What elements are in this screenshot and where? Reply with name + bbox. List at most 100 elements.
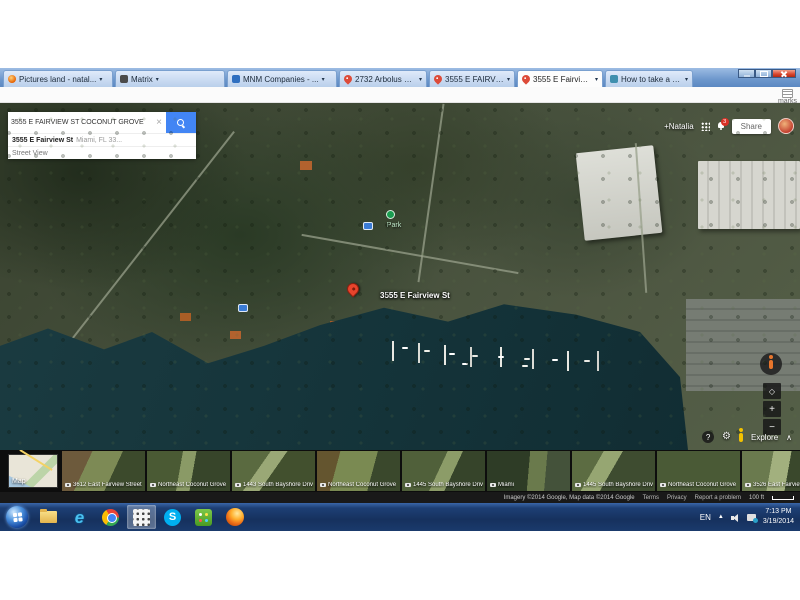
houses-cluster — [300, 161, 312, 170]
photo-thumbnail[interactable]: 3612 East Fairview Street — [62, 451, 145, 491]
taskbar-firefox[interactable] — [220, 505, 249, 529]
taskbar-skype[interactable]: S — [158, 505, 187, 529]
industrial-building — [698, 161, 800, 229]
collapse-chevron-icon[interactable]: ∧ — [786, 433, 792, 442]
tab-label: 2732 Arbolus St - G... — [355, 75, 416, 84]
minimize-button[interactable] — [738, 69, 755, 78]
clear-search-icon[interactable]: × — [152, 112, 166, 133]
maximize-button[interactable] — [755, 69, 772, 78]
close-button[interactable] — [772, 69, 796, 78]
scale-label: 100 ft — [749, 495, 764, 501]
search-icon — [177, 119, 185, 127]
search-input[interactable] — [8, 112, 152, 133]
tab-dropdown-icon[interactable]: ▾ — [595, 76, 598, 83]
thumb-label: 1443 South Bayshore Drive — [243, 482, 313, 488]
street-view-row[interactable]: Street View — [8, 146, 196, 159]
camera-icon — [745, 483, 751, 487]
thumb-label: Northeast Coconut Grove — [158, 482, 226, 488]
taskbar-clock[interactable]: 7:13 PM 3/19/2014 — [763, 507, 798, 527]
tab-dropdown-icon[interactable]: ▾ — [685, 76, 688, 83]
camera-icon — [660, 483, 666, 487]
taskbar-grid-app[interactable] — [127, 505, 156, 529]
photo-thumbnail[interactable]: 3526 East Fairview — [742, 451, 800, 491]
park-poi-icon[interactable] — [386, 210, 395, 219]
tab-mnm-companies[interactable]: MNM Companies - ... ▾ — [227, 70, 337, 87]
help-button[interactable]: ? — [702, 431, 714, 443]
camera-icon — [235, 483, 241, 487]
privacy-link[interactable]: Privacy — [667, 495, 687, 501]
photo-thumbnail[interactable]: Miami — [487, 451, 570, 491]
tilt-button[interactable]: ◇ — [763, 383, 781, 399]
road — [67, 131, 235, 345]
photo-thumbnail[interactable]: 1443 South Bayshore Drive — [232, 451, 315, 491]
search-panel: × 3555 E Fairview St Miami, FL 33... Str… — [8, 112, 196, 159]
explore-label[interactable]: Explore — [751, 433, 778, 442]
map-view-thumbnail[interactable]: Map — [8, 454, 58, 488]
photo-thumbnail[interactable]: Northeast Coconut Grove — [317, 451, 400, 491]
tab-dropdown-icon[interactable]: ▾ — [99, 76, 102, 83]
tab-dropdown-icon[interactable]: ▾ — [507, 76, 510, 83]
tab-dropdown-icon[interactable]: ▾ — [322, 76, 325, 83]
menu-icon[interactable] — [782, 89, 793, 98]
network-icon[interactable] — [747, 514, 756, 521]
share-button[interactable]: Share — [732, 119, 771, 134]
profile-name[interactable]: +Natalia — [664, 122, 694, 131]
pegman-yellow-icon[interactable] — [739, 433, 743, 442]
language-indicator[interactable]: EN — [700, 513, 711, 522]
grid-app-icon — [133, 509, 150, 526]
marker-label: 3555 E Fairview St — [380, 291, 450, 300]
thumb-label: 1445 South Bayshore Drive — [413, 482, 483, 488]
tab-label: 3555 E Fairview St - ... — [533, 75, 592, 84]
taskbar-messenger[interactable] — [189, 505, 218, 529]
taskbar-explorer[interactable] — [34, 505, 63, 529]
marina-boats — [402, 347, 408, 349]
tab-3555-fairview-active[interactable]: 3555 E Fairview St - ... ▾ — [517, 70, 603, 87]
location-pin-icon[interactable] — [345, 281, 362, 298]
tab-matrix[interactable]: Matrix ▾ — [115, 70, 225, 87]
zoom-in-button[interactable]: + — [763, 401, 781, 417]
photo-thumbnail[interactable]: 1445 South Bayshore Drive — [572, 451, 655, 491]
tab-2732-arbolus[interactable]: 2732 Arbolus St - G... ▾ — [339, 70, 427, 87]
gear-icon[interactable]: ⚙ — [722, 432, 731, 442]
thumb-label: Northeast Coconut Grove — [328, 482, 396, 488]
tab-pictures-land[interactable]: Pictures land - natal... ▾ — [3, 70, 113, 87]
photo-thumbnail[interactable]: Northeast Coconut Grove — [147, 451, 230, 491]
search-suggestion[interactable]: 3555 E Fairview St Miami, FL 33... — [8, 133, 196, 146]
photo-thumbnail[interactable]: Northeast Coconut Grove — [657, 451, 740, 491]
system-tray: EN ▲ 7:13 PM 3/19/2014 — [700, 503, 798, 531]
tab-dropdown-icon[interactable]: ▾ — [156, 76, 159, 83]
street-view-icon[interactable] — [238, 304, 248, 312]
tab-how-to-screenshot[interactable]: How to take a scree... ▾ — [605, 70, 693, 87]
report-problem-link[interactable]: Report a problem — [695, 495, 741, 501]
camera-icon — [490, 483, 496, 487]
satellite-map[interactable]: Park 3555 E Fairview St × 3555 E Fairvie… — [0, 103, 800, 450]
notifications-bell-icon[interactable]: 3 — [717, 122, 725, 130]
mnm-favicon — [232, 75, 240, 83]
apps-grid-icon[interactable] — [701, 122, 710, 131]
clock-time: 7:13 PM — [763, 507, 794, 517]
tab-label: MNM Companies - ... — [243, 75, 319, 84]
terms-link[interactable]: Terms — [643, 495, 659, 501]
browser-chrome: marks — [0, 87, 800, 103]
tab-label: How to take a scree... — [621, 75, 682, 84]
avatar[interactable] — [778, 118, 794, 134]
tab-3555-fairview-caps[interactable]: 3555 E FAIRVIEW S... ▾ — [429, 70, 515, 87]
internet-explorer-icon: e — [75, 509, 84, 526]
camera-icon — [575, 483, 581, 487]
help-page-favicon — [610, 75, 618, 83]
folder-icon — [40, 511, 57, 523]
tab-dropdown-icon[interactable]: ▾ — [419, 76, 422, 83]
taskbar-internet-explorer[interactable]: e — [65, 505, 94, 529]
pegman-button[interactable] — [760, 353, 782, 375]
maps-pin-favicon — [520, 73, 531, 84]
volume-icon[interactable] — [731, 513, 740, 522]
search-button[interactable] — [166, 112, 196, 133]
houses-cluster — [180, 313, 191, 321]
pegman-icon — [769, 360, 773, 369]
park-label: Park — [366, 222, 422, 229]
taskbar-chrome[interactable] — [96, 505, 125, 529]
photo-thumbnail[interactable]: 1445 South Bayshore Drive — [402, 451, 485, 491]
start-button[interactable] — [6, 506, 28, 528]
map-thumb-label: Map — [12, 478, 26, 485]
tray-expand-icon[interactable]: ▲ — [718, 514, 724, 520]
